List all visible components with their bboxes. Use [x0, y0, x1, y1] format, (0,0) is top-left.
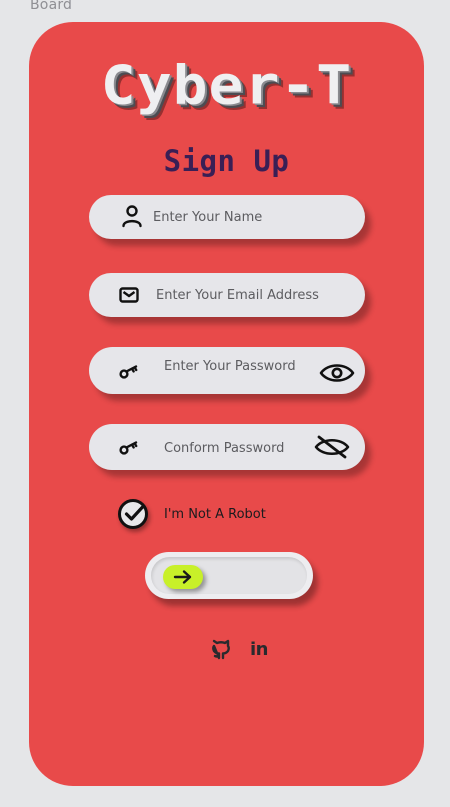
arrow-right-icon: [173, 569, 193, 585]
user-icon: [121, 204, 143, 228]
social-links: in: [209, 637, 271, 661]
mail-icon: [119, 287, 139, 303]
submit-button[interactable]: [163, 565, 203, 589]
signup-card: Cyber-T Sign Up Enter Your Name Enter Yo…: [29, 22, 424, 786]
key-icon: [119, 439, 139, 455]
name-field[interactable]: [89, 195, 365, 239]
password-input[interactable]: [164, 357, 314, 375]
eye-off-icon[interactable]: [313, 434, 351, 460]
captcha-label: I'm Not A Robot: [164, 506, 266, 522]
check-circle-icon[interactable]: [117, 498, 149, 530]
key-icon: [119, 363, 139, 379]
page-title: Sign Up: [163, 144, 290, 178]
confirm-password-input[interactable]: [164, 439, 314, 457]
captcha[interactable]: I'm Not A Robot: [117, 498, 266, 530]
linkedin-icon[interactable]: in: [247, 637, 271, 661]
submit-slider[interactable]: [145, 552, 313, 599]
email-input[interactable]: [156, 286, 351, 304]
linkedin-label: in: [250, 638, 268, 660]
board-label: Board: [30, 0, 73, 13]
app-title: Cyber-T: [100, 53, 353, 117]
github-icon[interactable]: [209, 637, 233, 661]
name-input[interactable]: [153, 208, 343, 226]
eye-icon[interactable]: [319, 361, 355, 385]
email-field[interactable]: [89, 273, 365, 317]
confirm-password-field[interactable]: [89, 424, 365, 470]
password-field[interactable]: [89, 347, 365, 394]
